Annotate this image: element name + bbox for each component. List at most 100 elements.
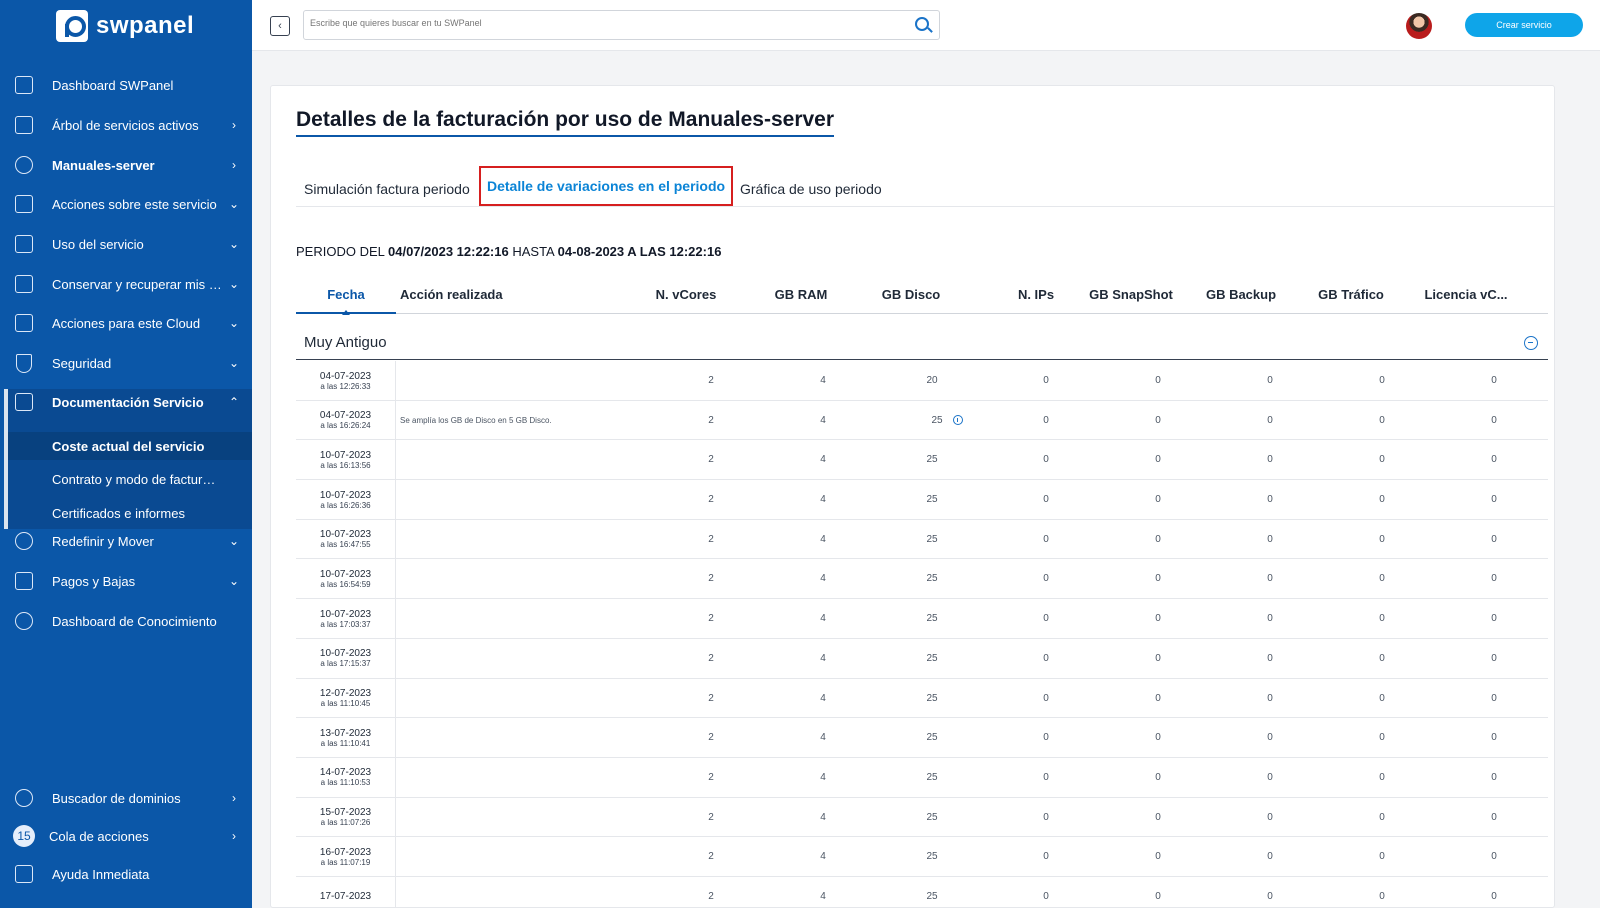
row-traffic: 0 <box>1352 837 1412 876</box>
sidebar-item-5[interactable]: Uso del servicio ⌄ <box>0 224 252 264</box>
sidebar-item-8[interactable]: Seguridad ⌄ <box>0 343 252 383</box>
table-row[interactable]: 17-07-2023 2 4 25 0 0 0 0 0 <box>296 876 1548 907</box>
row-vcores-value: 2 <box>708 414 714 426</box>
row-license: 0 <box>1464 798 1524 837</box>
row-vcores: 2 <box>681 440 741 479</box>
table-row[interactable]: 10-07-2023 a las 16:54:59 2 4 25 0 0 0 0 0 <box>296 559 1548 600</box>
table-row[interactable]: 12-07-2023 a las 11:10:45 2 4 25 0 0 0 0 0 <box>296 678 1548 719</box>
tab-detalle-variaciones[interactable]: Detalle de variaciones en el periodo <box>479 166 734 206</box>
info-icon[interactable] <box>952 415 963 426</box>
table-row[interactable]: 14-07-2023 a las 11:10:53 2 4 25 0 0 0 0 0 <box>296 757 1548 798</box>
row-vcores-value: 2 <box>708 771 714 783</box>
table-row[interactable]: 16-07-2023 a las 11:07:19 2 4 25 0 0 0 0 0 <box>296 837 1548 877</box>
row-backup: 0 <box>1240 559 1300 598</box>
tab-grafica-uso[interactable]: Gráfica de uso periodo <box>740 170 882 207</box>
sidebar-item-6[interactable]: Conservar y recuperar mis datos ⌄ <box>0 264 252 304</box>
row-ips-value: 0 <box>1043 573 1049 585</box>
table-row[interactable]: 04-07-2023 a las 12:26:33 2 4 20 0 0 0 0 0 <box>296 361 1548 401</box>
search-box[interactable] <box>303 10 940 40</box>
row-snapshot-value: 0 <box>1155 652 1161 664</box>
row-disk-value: 25 <box>926 811 938 823</box>
column-header-10[interactable]: Licencia vC... <box>1406 274 1526 314</box>
row-disk-value: 25 <box>926 573 938 585</box>
row-backup: 0 <box>1240 440 1300 479</box>
row-ram: 4 <box>793 599 853 638</box>
column-header-3[interactable]: N. vCores <box>626 274 746 314</box>
date-cell: 14-07-2023 a las 11:10:53 <box>296 757 396 797</box>
row-time: a las 11:07:19 <box>320 857 371 867</box>
sidebar-item-3[interactable]: Manuales-server › <box>0 145 252 185</box>
table-row[interactable]: 10-07-2023 a las 16:13:56 2 4 25 0 0 0 0 0 <box>296 440 1548 481</box>
table-row[interactable]: 15-07-2023 a las 11:07:26 2 4 25 0 0 0 0 0 <box>296 797 1548 838</box>
table-row[interactable]: 10-07-2023 a las 16:26:36 2 4 25 0 0 0 0 0 <box>296 480 1548 520</box>
table-row[interactable]: 10-07-2023 a las 17:03:37 2 4 25 0 0 0 0 0 <box>296 599 1548 639</box>
brand-logo[interactable]: swpanel <box>56 8 194 44</box>
sidebar-item-10[interactable]: Redefinir y Mover ⌄ <box>0 521 252 561</box>
row-backup: 0 <box>1240 798 1300 837</box>
sidebar-item-7[interactable]: Acciones para este Cloud ⌄ <box>0 303 252 343</box>
row-time: a las 11:07:26 <box>320 818 371 828</box>
sidebar-subitem-contrato[interactable]: Contrato y modo de facturación <box>52 472 222 487</box>
table-row[interactable]: 13-07-2023 a las 11:10:41 2 4 25 0 0 0 0 0 <box>296 718 1548 758</box>
row-backup: 0 <box>1240 679 1300 718</box>
column-header-4[interactable]: GB RAM <box>746 274 856 314</box>
row-traffic-value: 0 <box>1379 652 1385 664</box>
row-ips: 0 <box>1016 679 1076 718</box>
tab-simulacion-factura[interactable]: Simulación factura periodo <box>304 170 470 207</box>
collapse-sidebar-button[interactable]: ‹ <box>270 16 290 36</box>
row-backup-value: 0 <box>1267 890 1273 902</box>
row-disk: 25 <box>902 520 962 559</box>
row-snapshot-value: 0 <box>1155 533 1161 545</box>
sidebar-bottom-item-3[interactable]: Ayuda Inmediata <box>0 854 252 894</box>
sidebar-item-11[interactable]: Pagos y Bajas ⌄ <box>0 561 252 601</box>
row-disk: 25 <box>902 679 962 718</box>
row-license-value: 0 <box>1491 573 1497 585</box>
row-ram-value: 4 <box>820 414 826 426</box>
sidebar-item-9[interactable]: Documentación Servicio ⌃ <box>0 382 252 422</box>
search-icon[interactable] <box>915 17 929 31</box>
column-header-5[interactable]: GB Disco <box>856 274 966 314</box>
row-vcores: 2 <box>681 679 741 718</box>
row-ips-value: 0 <box>1043 692 1049 704</box>
table-row[interactable]: 10-07-2023 a las 17:15:37 2 4 25 0 0 0 0 0 <box>296 638 1548 679</box>
table-row[interactable]: 10-07-2023 a las 16:47:55 2 4 25 0 0 0 0 0 <box>296 519 1548 560</box>
row-traffic-value: 0 <box>1379 454 1385 466</box>
search-input[interactable] <box>310 18 890 28</box>
sidebar-bottom-item-1[interactable]: Buscador de dominios › <box>0 778 252 818</box>
collapse-group-icon[interactable] <box>1524 336 1538 350</box>
user-avatar[interactable] <box>1406 13 1432 39</box>
chart-icon <box>13 233 35 255</box>
column-header-6[interactable]: N. IPs <box>986 274 1086 314</box>
row-action: Se amplía los GB de Disco en 5 GB Disco. <box>400 415 552 425</box>
row-ram-value: 4 <box>820 652 826 664</box>
sidebar-item-1[interactable]: Dashboard SWPanel <box>0 65 252 105</box>
column-header-7[interactable]: GB SnapShot <box>1076 274 1186 314</box>
sidebar-item-12[interactable]: Dashboard de Conocimiento <box>0 601 252 641</box>
sidebar-subitem-certificados[interactable]: Certificados e informes <box>52 506 185 521</box>
dashboard-grid-icon <box>13 74 35 96</box>
tab-bar: Simulación factura periodo Detalle de va… <box>296 166 1554 207</box>
sidebar-item-4[interactable]: Acciones sobre este servicio ⌄ <box>0 184 252 224</box>
column-header-1[interactable]: Fecha <box>296 274 396 315</box>
sidebar-item-label: Documentación Servicio <box>52 394 204 410</box>
create-service-button[interactable]: Crear servicio <box>1465 13 1583 37</box>
sidebar-subitem-coste-actual[interactable]: Coste actual del servicio <box>52 439 204 454</box>
row-date: 12-07-2023 <box>319 688 372 699</box>
tree-icon <box>13 114 35 136</box>
row-disk-value: 25 <box>926 533 938 545</box>
column-header-2[interactable]: Acción realizada <box>400 274 600 314</box>
sidebar-bottom-item-2[interactable]: 15 Cola de acciones › <box>0 816 252 856</box>
row-snapshot-value: 0 <box>1155 771 1161 783</box>
row-snapshot: 0 <box>1128 718 1188 757</box>
row-ram: 4 <box>793 837 853 876</box>
column-header-9[interactable]: GB Tráfico <box>1296 274 1406 314</box>
sidebar-item-2[interactable]: Árbol de servicios activos › <box>0 105 252 145</box>
row-traffic: 0 <box>1352 401 1412 440</box>
row-snapshot: 0 <box>1128 798 1188 837</box>
column-header-8[interactable]: GB Backup <box>1186 274 1296 314</box>
date-cell: 10-07-2023 a las 17:15:37 <box>296 638 396 678</box>
date-cell: 13-07-2023 a las 11:10:41 <box>296 718 396 758</box>
row-snapshot: 0 <box>1128 520 1188 559</box>
table-row[interactable]: 04-07-2023 a las 16:26:24 Se amplía los GB… <box>296 400 1548 441</box>
row-license: 0 <box>1464 837 1524 876</box>
